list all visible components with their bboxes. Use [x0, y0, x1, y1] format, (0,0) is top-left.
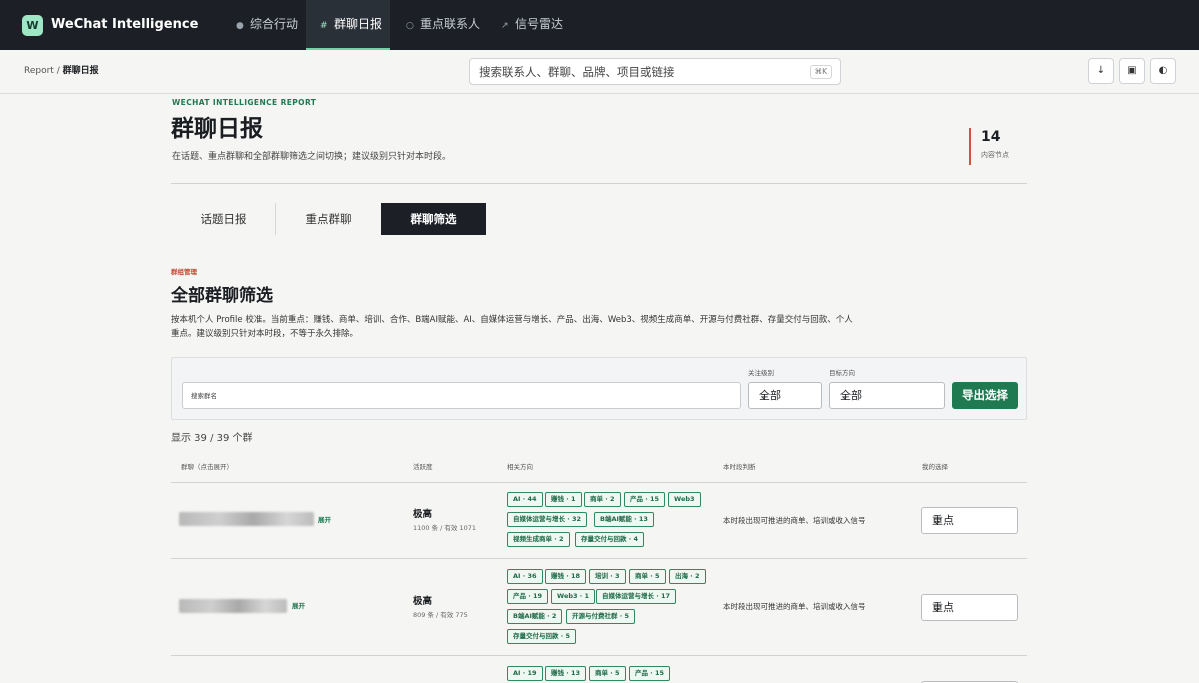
- my-choice-select[interactable]: 重点 ⌄: [921, 594, 1018, 621]
- direction-tag: AI · 36: [507, 569, 543, 584]
- sub-header-bar: Report / 群聊日报 搜索联系人、群聊、品牌、项目或链接 ⌘K ↓ ▣ ◐: [0, 50, 1199, 94]
- column-header-choice: 我的选择: [922, 463, 948, 471]
- column-header-directions: 相关方向: [507, 463, 533, 471]
- level-filter-label: 关注级别: [748, 369, 774, 377]
- direction-tag: 产品 · 15: [629, 666, 671, 681]
- search-shortcut-badge: ⌘K: [809, 65, 832, 79]
- search-placeholder: 搜索联系人、群聊、品牌、项目或链接: [479, 65, 675, 79]
- circle-icon: ○: [406, 21, 414, 31]
- direction-tag: 产品 · 15: [624, 492, 666, 507]
- view-tab-topic-daily[interactable]: 话题日报: [171, 203, 276, 235]
- nav-tab-key-contacts[interactable]: ○ 重点联系人: [392, 0, 494, 50]
- direction-tag: 自媒体运营与增长 · 17: [596, 589, 677, 604]
- nav-tab-label: 群聊日报: [334, 17, 383, 31]
- view-tab-group-filter[interactable]: 群聊筛选: [381, 203, 486, 235]
- direction-tag: 存量交付与回款 · 4: [575, 532, 645, 547]
- breadcrumb-separator: /: [53, 66, 63, 76]
- chevron-down-icon: ⌄: [932, 601, 942, 614]
- contrast-icon: ◐: [1158, 65, 1168, 76]
- direction-tag: 赚钱 · 13: [545, 666, 587, 681]
- direction-tag: 视频生成商单 · 2: [507, 532, 570, 547]
- direction-tag: B端AI赋能 · 13: [594, 512, 654, 527]
- row-divider: [171, 558, 1027, 559]
- chevron-down-icon: ⌄: [932, 514, 942, 527]
- arrow-up-right-icon: ↗: [501, 21, 509, 31]
- direction-tag: 产品 · 19: [507, 589, 549, 604]
- activity-detail: 1100 条 / 有效 1071: [413, 524, 477, 532]
- breadcrumb-root[interactable]: Report: [24, 66, 54, 76]
- hash-icon: #: [320, 21, 328, 31]
- period-judgement: 本时段出现可推进的商单、培训或收入信号: [723, 602, 866, 611]
- page-title: 群聊日报: [171, 116, 263, 142]
- content-node-stat: 14 内容节点: [969, 128, 1009, 165]
- section-eyebrow: 群组管理: [171, 268, 197, 276]
- direction-tag: B端AI赋能 · 2: [507, 609, 563, 624]
- stat-label: 内容节点: [981, 151, 1009, 159]
- direction-filter-select[interactable]: 全部 ⌄: [829, 382, 945, 409]
- section-description: 按本机个人 Profile 校准。当前重点：赚钱、商单、培训、合作、B端AI赋能…: [171, 315, 853, 339]
- chevron-down-icon: ⌄: [759, 389, 769, 402]
- result-count: 显示 39 / 39 个群: [171, 433, 253, 444]
- row-divider: [171, 655, 1027, 656]
- nav-tab-group-daily[interactable]: # 群聊日报: [306, 0, 390, 50]
- download-button[interactable]: ↓: [1088, 58, 1114, 84]
- chevron-down-icon: ⌄: [840, 389, 850, 402]
- redacted-group-name: [179, 512, 314, 526]
- filter-panel: 搜索群名 关注级别 全部 ⌄ 目标方向 全部 ⌄ 导出选择: [171, 357, 1027, 420]
- activity-level: 极高: [413, 509, 433, 520]
- direction-tag: 商单 · 2: [584, 492, 621, 507]
- header-divider: [171, 183, 1027, 184]
- section-title: 全部群聊筛选: [171, 286, 273, 306]
- top-nav-bar: W WeChat Intelligence ● 综合行动 # 群聊日报 ○ 重点联系人…: [0, 0, 1199, 50]
- direction-tag: 赚钱 · 1: [545, 492, 582, 507]
- direction-tag: Web3: [668, 492, 701, 507]
- stat-value: 14: [981, 129, 1001, 145]
- expand-row-link[interactable]: 展开: [292, 602, 305, 611]
- export-selection-button[interactable]: 导出选择: [952, 382, 1018, 409]
- download-icon: ↓: [1096, 65, 1106, 76]
- breadcrumb-current: 群聊日报: [62, 66, 99, 76]
- level-filter-select[interactable]: 全部 ⌄: [748, 382, 822, 409]
- redacted-group-name: [179, 599, 287, 613]
- direction-tag: 培训 · 3: [589, 569, 626, 584]
- view-tab-key-groups[interactable]: 重点群聊: [276, 203, 381, 235]
- direction-tag: 存量交付与回款 · 5: [507, 629, 577, 644]
- direction-tag: AI · 19: [507, 666, 543, 681]
- direction-tag: AI · 44: [507, 492, 543, 507]
- group-search-placeholder: 搜索群名: [191, 392, 217, 400]
- direction-tag: 商单 · 5: [629, 569, 666, 584]
- page-subtitle: 在话题、重点群聊和全部群聊筛选之间切换；建议级别只针对本时段。: [172, 152, 452, 162]
- column-header-activity: 活跃度: [413, 463, 433, 471]
- direction-filter-label: 目标方向: [829, 369, 855, 377]
- theme-toggle-button[interactable]: ◐: [1150, 58, 1176, 84]
- nav-tab-label: 综合行动: [250, 17, 299, 31]
- group-search-input[interactable]: 搜索群名: [182, 382, 741, 409]
- table-header-divider: [171, 482, 1027, 483]
- direction-tag: 赚钱 · 18: [545, 569, 587, 584]
- dot-icon: ●: [236, 21, 244, 31]
- app-name[interactable]: WeChat Intelligence: [51, 16, 198, 34]
- period-judgement: 本时段出现可推进的商单、培训或收入信号: [723, 516, 866, 525]
- expand-row-link[interactable]: 展开: [318, 516, 331, 525]
- direction-tag: 自媒体运营与增长 · 32: [507, 512, 588, 527]
- activity-level: 极高: [413, 596, 433, 607]
- nav-tab-label: 重点联系人: [420, 17, 481, 31]
- direction-tag: 商单 · 5: [589, 666, 626, 681]
- nav-tab-label: 信号雷达: [515, 17, 564, 31]
- direction-tag: Web3 · 1: [551, 589, 596, 604]
- nav-tab-signal-radar[interactable]: ↗ 信号雷达: [487, 0, 577, 50]
- direction-tag: 出海 · 2: [669, 569, 706, 584]
- stop-button[interactable]: ▣: [1119, 58, 1145, 84]
- column-header-group: 群聊（点击展开）: [181, 463, 233, 471]
- breadcrumb: Report / 群聊日报: [24, 65, 99, 77]
- column-header-judgement: 本时段判断: [723, 463, 756, 471]
- activity-detail: 809 条 / 有效 775: [413, 611, 468, 619]
- app-logo[interactable]: W: [22, 15, 43, 36]
- nav-tab-actions[interactable]: ● 综合行动: [222, 0, 312, 50]
- direction-tag: 开源与付费社群 · 5: [566, 609, 636, 624]
- report-eyebrow: WECHAT INTELLIGENCE REPORT: [172, 98, 317, 107]
- my-choice-select[interactable]: 重点 ⌄: [921, 507, 1018, 534]
- stop-icon: ▣: [1127, 65, 1137, 76]
- global-search-input[interactable]: 搜索联系人、群聊、品牌、项目或链接 ⌘K: [469, 58, 841, 85]
